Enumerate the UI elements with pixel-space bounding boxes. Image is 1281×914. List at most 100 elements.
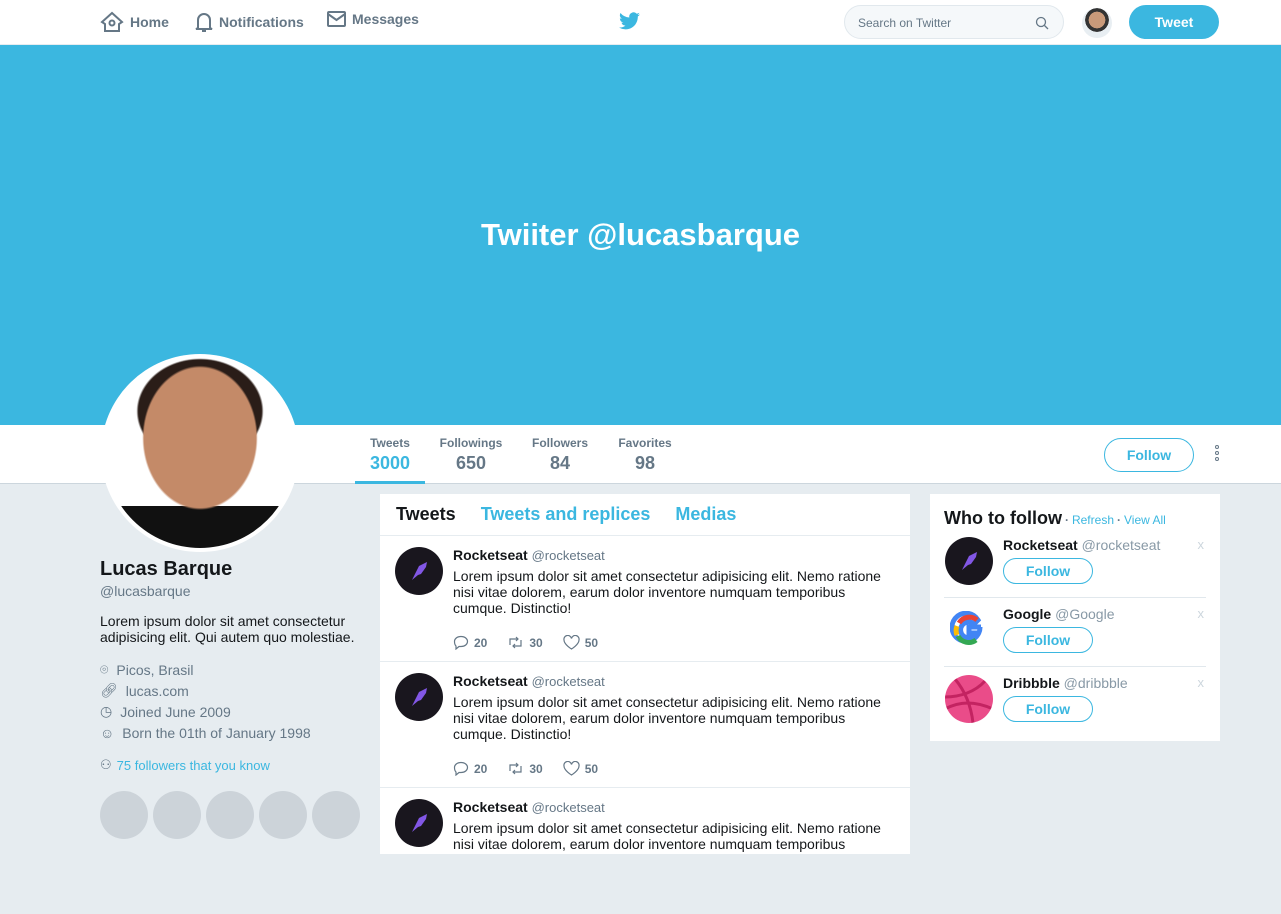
tweet-avatar[interactable] — [395, 547, 443, 595]
location: ⌾ Picos, Brasil — [100, 659, 370, 680]
reply-icon — [453, 635, 469, 650]
who-to-follow: Who to follow · Refresh · View All Rocketsea… — [930, 494, 1220, 741]
banner-title: Twiiter @lucasbarque — [480, 217, 801, 252]
refresh-link[interactable]: Refresh — [1072, 513, 1114, 527]
suggestion-follow-button[interactable]: Follow — [1003, 627, 1093, 653]
stat-followings[interactable]: Followings 650 — [436, 436, 506, 474]
user-avatar-small[interactable] — [1082, 8, 1112, 38]
tweet[interactable]: Rocketseat @rocketseat Lorem ipsum dolor… — [380, 536, 910, 662]
tweet-author-handle: @rocketseat — [531, 800, 605, 815]
reply-button[interactable]: 20 — [453, 761, 487, 776]
home-icon — [100, 11, 124, 32]
google-avatar[interactable] — [945, 606, 993, 654]
tweet-feed: Tweets Tweets and replices Medias Rocket… — [380, 494, 910, 914]
nav-notifications[interactable]: Notifications — [195, 11, 304, 33]
tweet-avatar[interactable] — [395, 799, 443, 847]
dismiss-suggestion-button[interactable]: x — [1198, 606, 1205, 621]
tab-medias[interactable]: Medias — [675, 504, 736, 525]
bell-icon — [195, 13, 213, 32]
follower-avatar[interactable] — [100, 791, 148, 839]
rocketseat-avatar[interactable] — [945, 537, 993, 585]
rocketseat-logo-icon — [412, 688, 427, 706]
envelope-icon — [327, 11, 346, 27]
dribbble-logo-icon — [945, 678, 993, 723]
clock-icon: ◷ — [100, 703, 113, 719]
search-icon[interactable] — [1035, 16, 1049, 30]
nav-messages[interactable]: Messages — [327, 11, 419, 27]
suggestion-follow-button[interactable]: Follow — [1003, 558, 1093, 584]
follower-avatar[interactable] — [259, 791, 307, 839]
reply-count: 20 — [474, 761, 488, 776]
like-count: 50 — [584, 761, 599, 776]
suggestion-follow-button[interactable]: Follow — [1003, 696, 1093, 722]
tweet-author-handle: @rocketseat — [531, 548, 605, 563]
stat-tweets[interactable]: Tweets 3000 — [355, 436, 425, 484]
reply-count: 20 — [474, 635, 488, 650]
feed-tabs: Tweets Tweets and replices Medias — [380, 494, 910, 536]
profile-info: Lucas Barque @lucasbarque Lorem ipsum do… — [100, 558, 370, 839]
view-all-link[interactable]: View All — [1124, 513, 1166, 527]
tweet-author-name[interactable]: Rocketseat — [453, 673, 528, 689]
stat-label: Tweets — [370, 436, 410, 450]
tweet-text: Lorem ipsum dolor sit amet consectetur a… — [453, 568, 881, 616]
reply-button[interactable]: 20 — [453, 635, 487, 650]
rocketseat-logo-icon — [412, 562, 427, 580]
tweet[interactable]: Rocketseat @rocketseat Lorem ipsum dolor… — [380, 662, 910, 788]
known-followers-text[interactable]: 75 followers that you know — [117, 758, 270, 773]
suggestion-handle: @dribbble — [1063, 675, 1128, 691]
dismiss-suggestion-button[interactable]: x — [1198, 675, 1205, 690]
joined-date: ◷ Joined June 2009 — [100, 701, 370, 722]
like-count: 50 — [584, 635, 599, 650]
tweet-avatar[interactable] — [395, 673, 443, 721]
nav-home-label: Home — [130, 14, 169, 30]
profile-bio: Lorem ipsum dolor sit amet consectetur a… — [100, 613, 355, 645]
stat-value: 650 — [455, 453, 487, 473]
tab-tweets-and-replies[interactable]: Tweets and replices — [481, 504, 651, 525]
tweet-author-name[interactable]: Rocketseat — [453, 799, 528, 815]
stat-label: Followings — [439, 436, 503, 450]
website-text[interactable]: lucas.com — [126, 683, 189, 699]
tweet-text: Lorem ipsum dolor sit amet consectetur a… — [453, 694, 881, 742]
follower-avatar[interactable] — [312, 791, 360, 839]
like-button[interactable]: 50 — [563, 635, 598, 650]
profile-name: Lucas Barque — [100, 558, 233, 580]
stat-favorites[interactable]: Favorites 98 — [610, 436, 680, 474]
link-icon: 🔗︎ — [100, 682, 118, 698]
search-box[interactable] — [844, 5, 1064, 39]
suggestion-name[interactable]: Google — [1003, 606, 1051, 622]
website[interactable]: 🔗︎ lucas.com — [100, 680, 370, 701]
rocketseat-logo-icon — [962, 552, 977, 570]
like-button[interactable]: 50 — [563, 761, 598, 776]
more-options-icon[interactable] — [1212, 445, 1222, 461]
retweet-count: 30 — [529, 761, 543, 776]
retweet-icon — [509, 636, 522, 649]
heart-icon — [563, 761, 580, 776]
dribbble-avatar[interactable] — [945, 675, 993, 723]
twitter-logo-icon[interactable] — [619, 12, 640, 30]
follow-button[interactable]: Follow — [1104, 438, 1194, 472]
retweet-button[interactable]: 30 — [507, 635, 543, 650]
suggestion-handle: @Google — [1055, 606, 1115, 622]
search-input[interactable] — [858, 16, 1028, 30]
stat-value: 84 — [549, 453, 571, 473]
rocketseat-logo-icon — [412, 814, 427, 832]
tweet-author-handle: @rocketseat — [531, 674, 605, 689]
follower-avatar[interactable] — [153, 791, 201, 839]
heart-icon — [563, 635, 580, 650]
retweet-button[interactable]: 30 — [507, 761, 543, 776]
nav-home[interactable]: Home — [100, 11, 169, 33]
nav-messages-label: Messages — [352, 11, 419, 27]
tab-tweets[interactable]: Tweets — [396, 504, 456, 525]
dismiss-suggestion-button[interactable]: x — [1198, 537, 1205, 552]
suggestion-name[interactable]: Rocketseat — [1003, 537, 1078, 553]
retweet-icon — [509, 762, 522, 775]
birth-date: ☺ Born the 01th of January 1998 — [100, 722, 370, 743]
known-followers-link[interactable]: ⚇ 75 followers that you know — [100, 757, 370, 773]
joined-text: Joined June 2009 — [120, 703, 231, 720]
tweet[interactable]: Rocketseat @rocketseat Lorem ipsum dolor… — [380, 788, 910, 914]
tweet-author-name[interactable]: Rocketseat — [453, 547, 528, 563]
tweet-button[interactable]: Tweet — [1129, 5, 1219, 39]
suggestion-name[interactable]: Dribbble — [1003, 675, 1060, 691]
stat-followers[interactable]: Followers 84 — [525, 436, 595, 474]
follower-avatar[interactable] — [206, 791, 254, 839]
